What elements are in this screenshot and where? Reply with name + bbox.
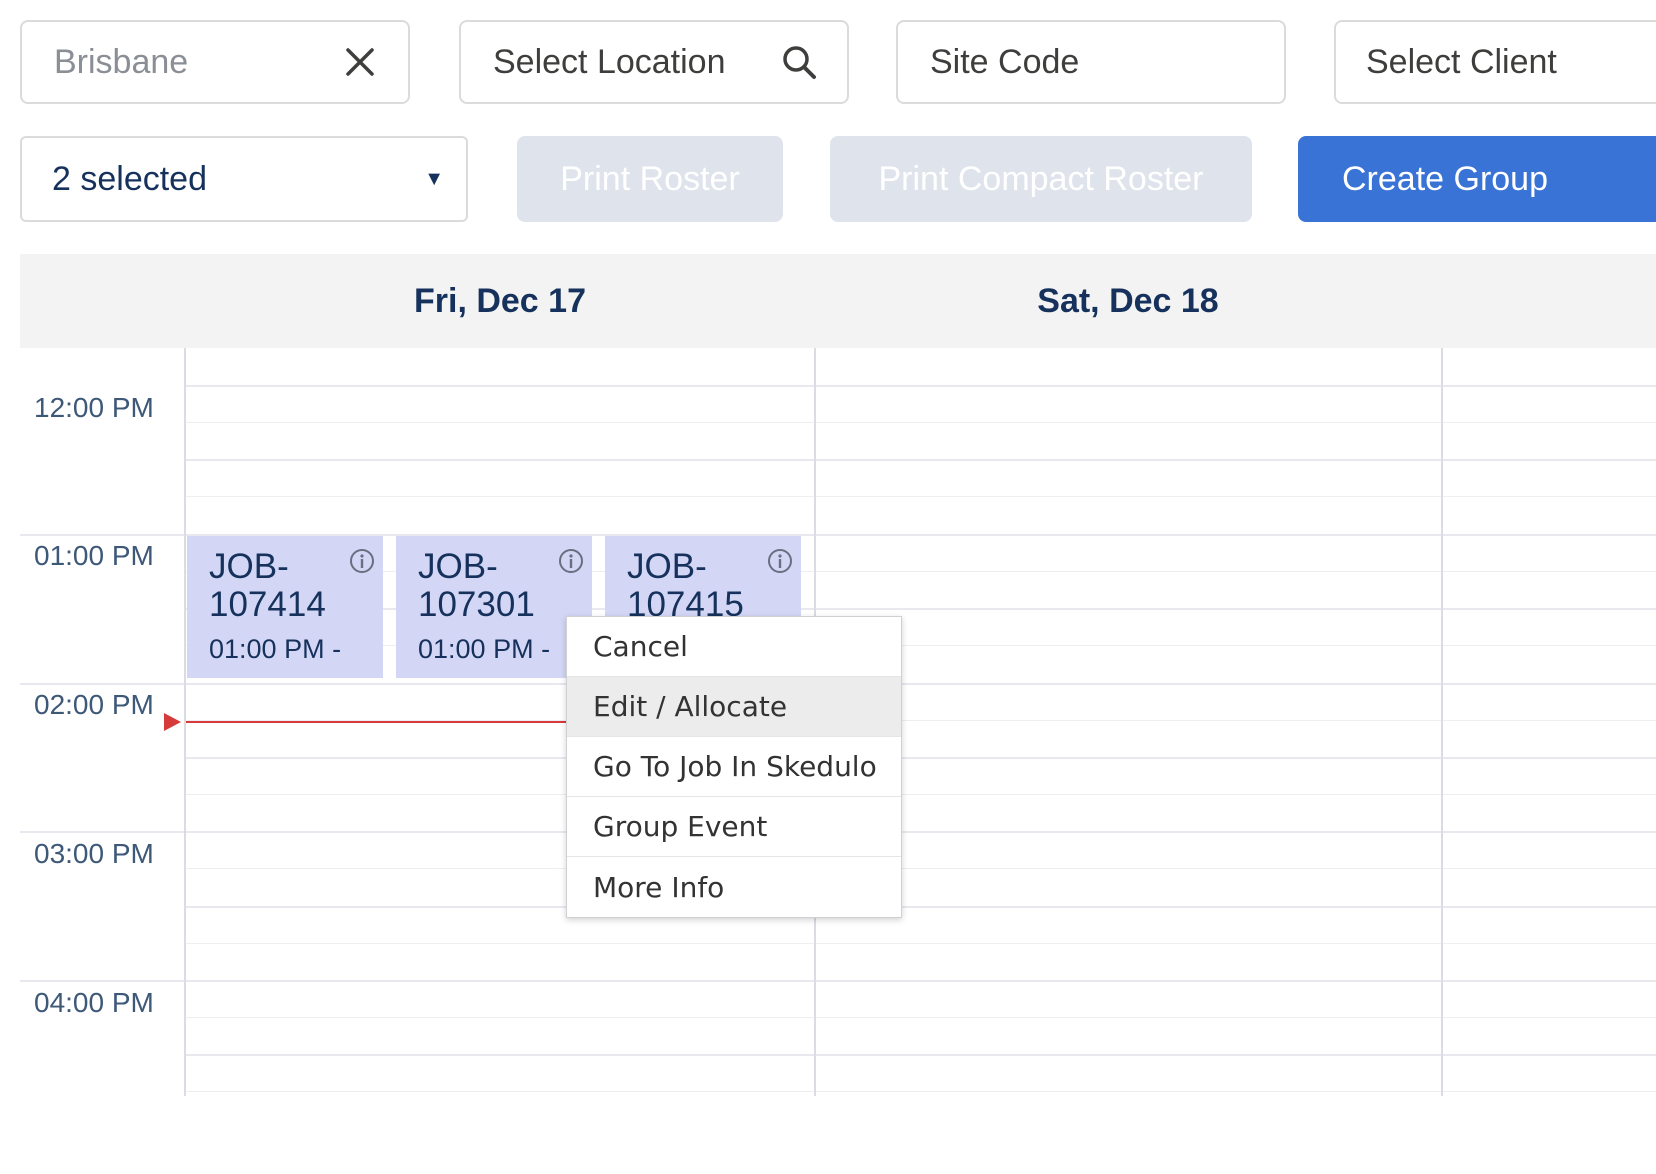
client-placeholder: Select Client xyxy=(1366,42,1557,81)
job-event[interactable]: JOB-107414 01:00 PM - xyxy=(187,536,383,678)
print-roster-button[interactable]: Print Roster xyxy=(517,136,783,222)
menu-item-go-to-job[interactable]: Go To Job In Skedulo xyxy=(567,737,901,797)
job-event[interactable]: JOB-107415 xyxy=(605,536,801,626)
calendar-header: Fri, Dec 17 Sat, Dec 18 xyxy=(20,254,1656,348)
site-code-input[interactable]: Site Code xyxy=(896,20,1286,104)
grid-line xyxy=(184,422,1656,423)
create-group-label: Create Group xyxy=(1342,159,1548,198)
time-label: 02:00 PM xyxy=(34,689,154,720)
grid-line xyxy=(184,385,1656,387)
time-label: 04:00 PM xyxy=(34,987,154,1018)
time-label: 01:00 PM xyxy=(34,540,154,571)
menu-item-cancel[interactable]: Cancel xyxy=(567,617,901,677)
job-id: JOB-107414 xyxy=(209,547,326,624)
time-label: 12:00 PM xyxy=(34,392,154,423)
grid-line xyxy=(184,1054,1656,1056)
create-group-button[interactable]: Create Group xyxy=(1298,136,1656,222)
day-divider xyxy=(1441,348,1443,1096)
job-id: JOB-107301 xyxy=(418,547,535,624)
current-time-marker-icon xyxy=(164,713,181,731)
region-filter[interactable]: Brisbane xyxy=(20,20,410,104)
caret-down-icon: ▼ xyxy=(424,167,444,190)
current-time-line xyxy=(186,721,602,723)
time-label: 03:00 PM xyxy=(34,838,154,869)
grid-line xyxy=(20,980,1656,982)
info-icon[interactable] xyxy=(349,548,375,574)
site-code-placeholder: Site Code xyxy=(930,42,1080,81)
region-value: Brisbane xyxy=(54,42,189,81)
search-icon[interactable] xyxy=(779,42,819,82)
multiselect-value: 2 selected xyxy=(52,159,207,198)
menu-item-group-event[interactable]: Group Event xyxy=(567,797,901,857)
location-placeholder: Select Location xyxy=(493,42,726,81)
close-icon[interactable] xyxy=(340,42,380,82)
grid-line xyxy=(184,868,1656,869)
status-multiselect[interactable]: 2 selected ▼ xyxy=(20,136,468,222)
grid-line xyxy=(184,496,1656,497)
location-search[interactable]: Select Location xyxy=(459,20,849,104)
info-icon[interactable] xyxy=(558,548,584,574)
grid-line xyxy=(184,1091,1656,1092)
client-select[interactable]: Select Client xyxy=(1334,20,1656,104)
day-header-sat: Sat, Dec 18 xyxy=(1037,281,1219,320)
menu-item-edit-allocate[interactable]: Edit / Allocate xyxy=(567,677,901,737)
job-event[interactable]: JOB-107301 01:00 PM - xyxy=(396,536,592,678)
grid-line xyxy=(184,757,1656,759)
grid-line xyxy=(184,794,1656,795)
grid-line xyxy=(184,459,1656,461)
day-header-fri: Fri, Dec 17 xyxy=(414,281,586,320)
grid-line xyxy=(184,943,1656,944)
job-id: JOB-107415 xyxy=(627,547,744,624)
menu-item-more-info[interactable]: More Info xyxy=(567,857,901,917)
grid-line xyxy=(184,906,1656,908)
print-compact-roster-button[interactable]: Print Compact Roster xyxy=(830,136,1252,222)
job-time: 01:00 PM - xyxy=(209,634,342,664)
info-icon[interactable] xyxy=(767,548,793,574)
context-menu: Cancel Edit / Allocate Go To Job In Sked… xyxy=(566,616,902,918)
grid-line xyxy=(184,1017,1656,1018)
